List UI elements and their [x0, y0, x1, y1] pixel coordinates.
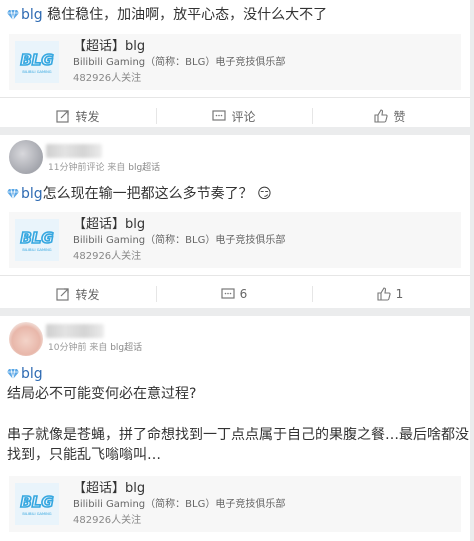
like-button[interactable]: 1	[312, 276, 468, 308]
thumbs-up-icon	[377, 287, 391, 301]
post-body: 稳住稳住，加油啊，放平心态，没什么大不了	[42, 7, 328, 23]
thumbs-up-icon	[374, 109, 389, 123]
topic-title: 【超话】blg	[73, 39, 146, 54]
post-time: 10分钟前	[48, 343, 87, 353]
meta-from: 来自	[89, 343, 108, 353]
post-card-2: 11分钟前评论 来自 blg超话 blg怎么现在输一把都这么多节奏了？ 😏 BL…	[0, 135, 470, 308]
comment-count: 6	[239, 287, 248, 301]
source-link[interactable]: blg超话	[128, 163, 160, 173]
post-body-line: 找到，只能乱飞嗡嗡叫…	[7, 447, 161, 463]
like-count: 1	[395, 287, 404, 301]
meta-from: 来自	[107, 163, 126, 173]
topic-followers: 482926人关注	[73, 515, 142, 526]
post-time: 11分钟前	[48, 163, 87, 173]
username[interactable]	[46, 324, 104, 338]
source-link[interactable]: blg超话	[110, 343, 142, 353]
topic-card[interactable]: BLG BILIBILI GAMING 【超话】blg Bilibili Gam…	[9, 34, 461, 90]
svg-text:BLG: BLG	[20, 51, 53, 69]
topic-followers: 482926人关注	[73, 73, 142, 84]
comment-button[interactable]: 6	[156, 276, 312, 308]
topic-tag-link[interactable]: blg	[21, 186, 43, 202]
repost-button[interactable]: 转发	[0, 276, 156, 308]
topic-subtitle: Bilibili Gaming（简称：BLG）电子竞技俱乐部	[73, 499, 286, 510]
repost-label: 转发	[75, 109, 100, 124]
post-body-line: 结局必不可能变何必在意过程?	[7, 386, 197, 402]
repost-icon	[56, 288, 70, 301]
svg-text:BLG: BLG	[20, 493, 53, 511]
topic-card[interactable]: BLG BILIBILI GAMING 【超话】blg Bilibili Gam…	[9, 212, 461, 268]
post-body-line: 串子就像是苍蝇，拼了命想找到一丁点点属于自己的果腹之餐…最后啥都没	[7, 427, 469, 443]
topic-tag-link[interactable]: blg	[21, 366, 43, 382]
blg-logo: BLG BILIBILI GAMING	[15, 483, 59, 525]
topic-subtitle: Bilibili Gaming（简称：BLG）电子竞技俱乐部	[73, 235, 286, 246]
svg-text:BILIBILI GAMING: BILIBILI GAMING	[22, 70, 51, 74]
comment-button[interactable]: 评论	[156, 98, 312, 127]
repost-icon	[56, 110, 70, 123]
diamond-icon	[7, 10, 19, 20]
post-body: 怎么现在输一把都这么多节奏了？	[42, 186, 253, 202]
svg-text:BILIBILI GAMING: BILIBILI GAMING	[22, 248, 51, 252]
topic-subtitle: Bilibili Gaming（简称：BLG）电子竞技俱乐部	[73, 57, 286, 68]
repost-label: 转发	[75, 287, 100, 302]
comment-icon	[212, 110, 227, 121]
post-meta: 11分钟前评论 来自 blg超话	[48, 162, 160, 174]
avatar[interactable]	[9, 140, 43, 174]
topic-title: 【超话】blg	[73, 481, 146, 496]
post-meta: 10分钟前 来自 blg超话	[48, 342, 142, 354]
comment-label: 评论	[231, 109, 256, 124]
topic-card[interactable]: BLG BILIBILI GAMING 【超话】blg Bilibili Gam…	[9, 476, 461, 532]
post-text: blg 稳住稳住，加油啊，放平心态，没什么大不了	[7, 5, 327, 25]
topic-followers: 482926人关注	[73, 251, 142, 262]
like-label: 赞	[393, 109, 406, 124]
post-text: blg怎么现在输一把都这么多节奏了？ 😏	[7, 184, 272, 204]
comment-icon	[221, 288, 235, 299]
meta-action: 评论	[86, 163, 105, 173]
topic-tag-link[interactable]: blg	[21, 7, 43, 23]
svg-text:BILIBILI GAMING: BILIBILI GAMING	[22, 512, 51, 516]
svg-text:BLG: BLG	[20, 229, 53, 247]
diamond-icon	[7, 369, 19, 379]
action-bar: 转发 评论 赞	[0, 97, 470, 127]
post-tag-line: blg	[7, 364, 43, 384]
topic-title: 【超话】blg	[73, 217, 146, 232]
repost-button[interactable]: 转发	[0, 98, 156, 127]
blg-logo: BLG BILIBILI GAMING	[15, 41, 59, 83]
avatar[interactable]	[9, 322, 43, 356]
blg-logo: BLG BILIBILI GAMING	[15, 219, 59, 261]
post-card-1: blg 稳住稳住，加油啊，放平心态，没什么大不了 BLG BILIBILI GA…	[0, 0, 470, 127]
action-bar: 转发 6 1	[0, 275, 470, 308]
post-card-3: 10分钟前 来自 blg超话 blg 结局必不可能变何必在意过程? 串子就像是苍…	[0, 316, 470, 541]
username[interactable]	[46, 144, 102, 158]
like-button[interactable]: 赞	[312, 98, 468, 127]
diamond-icon	[7, 189, 19, 199]
smirk-emoji: 😏	[257, 186, 272, 202]
